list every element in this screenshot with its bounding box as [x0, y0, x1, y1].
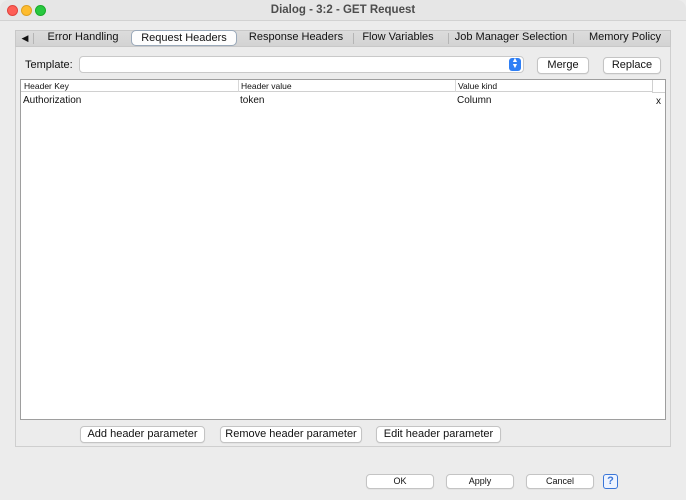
tab-memory-policy[interactable]: Memory Policy [584, 29, 666, 46]
tab-scroll-left-icon[interactable]: ◀ [18, 31, 32, 46]
cell-header-value[interactable]: token [240, 95, 264, 106]
tab-bar: ◀ Error Handling Request Headers Respons… [15, 30, 671, 47]
cancel-button[interactable]: Cancel [526, 474, 594, 489]
column-header-value[interactable]: Header value [238, 81, 292, 92]
replace-button[interactable]: Replace [603, 57, 661, 74]
tab-separator [33, 33, 34, 44]
tab-error-handling[interactable]: Error Handling [36, 29, 130, 46]
chevron-up-down-icon: ▲ ▼ [509, 57, 521, 71]
tab-separator [573, 33, 574, 44]
headers-table: Header Key Header value Value kind Autho… [20, 79, 666, 420]
tab-response-headers[interactable]: Response Headers [242, 29, 350, 46]
dialog-window: Dialog - 3:2 - GET Request ◀ Error Handl… [0, 0, 686, 500]
template-select[interactable]: ▲ ▼ [79, 56, 524, 73]
table-corner [652, 80, 665, 93]
tab-separator [353, 33, 354, 44]
remove-header-parameter-button[interactable]: Remove header parameter [220, 426, 362, 443]
title-bar: Dialog - 3:2 - GET Request [0, 0, 686, 21]
tab-job-manager-selection[interactable]: Job Manager Selection [453, 29, 569, 46]
help-icon[interactable]: ? [603, 474, 618, 489]
tab-flow-variables[interactable]: Flow Variables [356, 29, 440, 46]
cell-value-kind[interactable]: Column [457, 95, 491, 106]
window-title: Dialog - 3:2 - GET Request [270, 4, 416, 16]
edit-header-parameter-button[interactable]: Edit header parameter [376, 426, 501, 443]
tab-request-headers[interactable]: Request Headers [131, 30, 237, 46]
column-header-key[interactable]: Header Key [21, 81, 69, 92]
cell-header-key[interactable]: Authorization [23, 95, 81, 106]
remove-row-icon[interactable]: x [656, 96, 661, 107]
template-label: Template: [25, 59, 73, 71]
apply-button[interactable]: Apply [446, 474, 514, 489]
column-value-kind[interactable]: Value kind [455, 81, 497, 92]
merge-button[interactable]: Merge [537, 57, 589, 74]
table-header: Header Key Header value Value kind [21, 80, 653, 92]
ok-button[interactable]: OK [366, 474, 434, 489]
add-header-parameter-button[interactable]: Add header parameter [80, 426, 205, 443]
tab-separator [448, 33, 449, 44]
